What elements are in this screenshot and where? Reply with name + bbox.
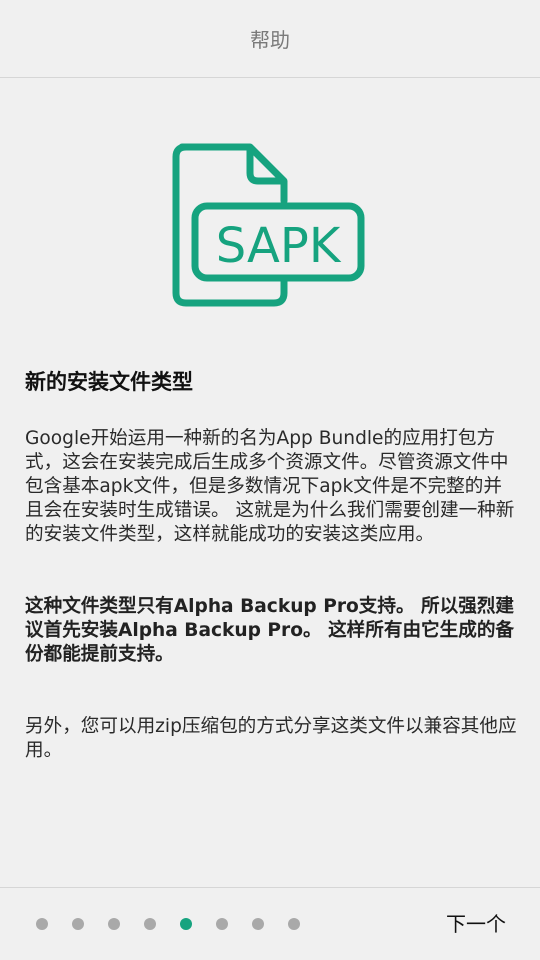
sapk-file-icon: SAPK: [172, 143, 365, 307]
top-bar: 帮助: [0, 0, 540, 78]
bottom-navigation: 下一个: [0, 887, 540, 960]
page-title: 帮助: [250, 28, 290, 52]
page-dot-2: [72, 918, 84, 930]
share-tip-paragraph: 另外，您可以用zip压缩包的方式分享这类文件以兼容其他应用。: [25, 716, 517, 761]
logo-text: SAPK: [216, 218, 342, 274]
pro-support-paragraph: 这种文件类型只有Alpha Backup Pro支持。 所以强烈建议首先安装Al…: [25, 596, 515, 665]
page-indicator: [36, 918, 300, 930]
help-screen: 帮助 SAPK 新的安装文件类型 Google开始运用一种新的名为App Bun…: [0, 0, 540, 960]
page-dot-7: [252, 918, 264, 930]
page-dot-4: [144, 918, 156, 930]
section-heading: 新的安装文件类型: [25, 370, 193, 394]
next-button[interactable]: 下一个: [446, 908, 506, 937]
page-dot-3: [108, 918, 120, 930]
page-dot-8: [288, 918, 300, 930]
page-dot-6: [216, 918, 228, 930]
description-paragraph: Google开始运用一种新的名为App Bundle的应用打包方式，这会在安装完…: [25, 428, 515, 545]
page-dot-5: [180, 918, 192, 930]
page-dot-1: [36, 918, 48, 930]
